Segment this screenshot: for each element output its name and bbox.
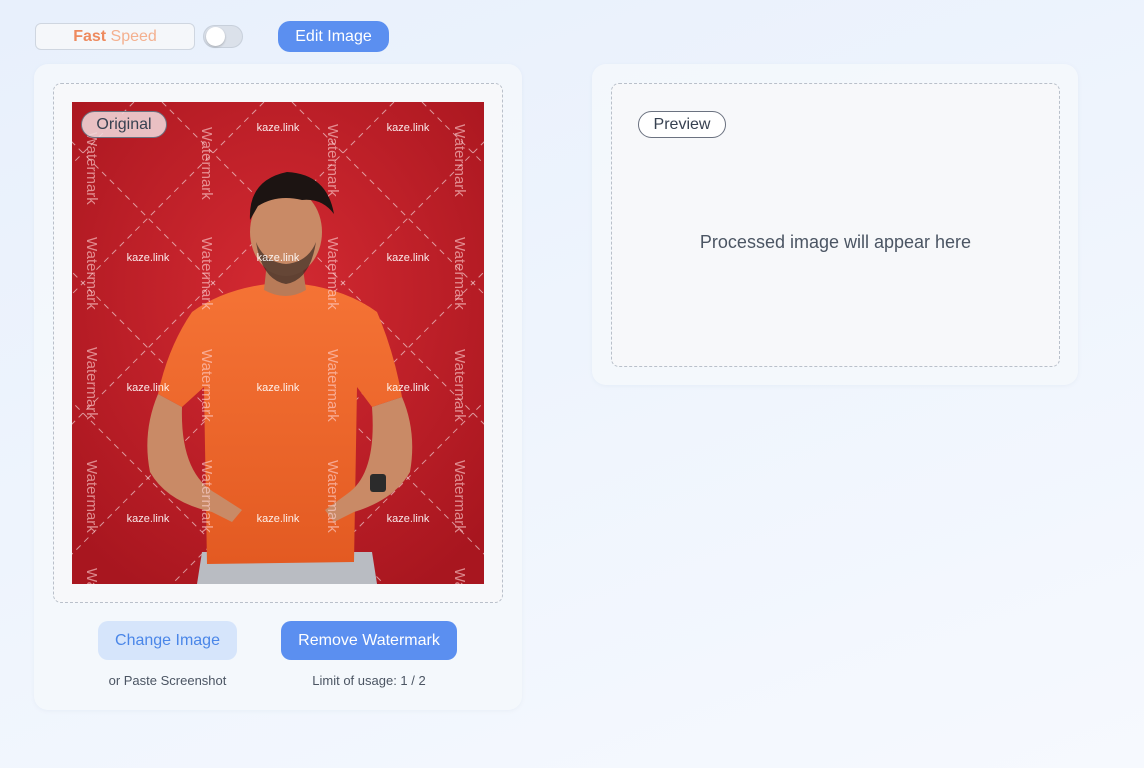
speed-word-speed: Speed	[110, 27, 157, 45]
change-image-button[interactable]: Change Image	[98, 621, 237, 660]
watermark-v-2: Watermark	[83, 237, 100, 310]
original-image: kaze.link kaze.link kaze.link kaze.link …	[72, 102, 484, 584]
watermark-link-10: kaze.link	[257, 513, 300, 525]
speed-word-fast: Fast	[73, 27, 107, 45]
watermark-link-4: kaze.link	[257, 252, 300, 264]
watermark-link-1: kaze.link	[257, 122, 300, 134]
paste-screenshot-hint: or Paste Screenshot	[108, 673, 227, 688]
usage-limit-text: Limit of usage: 1 / 2	[312, 673, 426, 688]
watermark-v-14: Watermark	[451, 124, 468, 197]
watermark-v-4: Watermark	[83, 460, 100, 533]
photo-svg: kaze.link kaze.link kaze.link kaze.link …	[72, 102, 484, 584]
preview-badge: Preview	[638, 111, 726, 138]
edit-image-button[interactable]: Edit Image	[278, 21, 389, 52]
watermark-v-11: Watermark	[324, 237, 341, 310]
toggle-knob	[206, 27, 225, 46]
original-badge: Original	[81, 111, 167, 138]
watermark-v-18: Watermark	[451, 568, 468, 584]
watermark-v-8: Watermark	[198, 349, 215, 422]
watermark-link-7: kaze.link	[257, 382, 300, 394]
watermark-v-6: Watermark	[198, 127, 215, 200]
watermark-v-7: Watermark	[198, 237, 215, 310]
watermark-v-12: Watermark	[324, 349, 341, 422]
watermark-v-17: Watermark	[451, 460, 468, 533]
watermark-link-8: kaze.link	[387, 382, 430, 394]
watermark-v-5: Watermark	[83, 568, 100, 584]
watermark-v-16: Watermark	[451, 349, 468, 422]
remove-watermark-button[interactable]: Remove Watermark	[281, 621, 457, 660]
watermark-v-10: Watermark	[324, 124, 341, 197]
fast-speed-label: Fast Speed	[35, 23, 195, 50]
watermark-link-5: kaze.link	[387, 252, 430, 264]
watermark-link-3: kaze.link	[127, 252, 170, 264]
watermark-v-15: Watermark	[451, 237, 468, 310]
watermark-v-1: Watermark	[83, 132, 100, 205]
watermark-link-2: kaze.link	[387, 122, 430, 134]
watermark-link-6: kaze.link	[127, 382, 170, 394]
preview-placeholder-text: Processed image will appear here	[699, 232, 972, 252]
watermark-v-9: Watermark	[198, 460, 215, 533]
watermark-link-9: kaze.link	[127, 513, 170, 525]
fast-speed-toggle[interactable]	[203, 25, 243, 48]
watermark-v-13: Watermark	[324, 460, 341, 533]
watermark-link-11: kaze.link	[387, 513, 430, 525]
watermark-v-3: Watermark	[83, 347, 100, 420]
